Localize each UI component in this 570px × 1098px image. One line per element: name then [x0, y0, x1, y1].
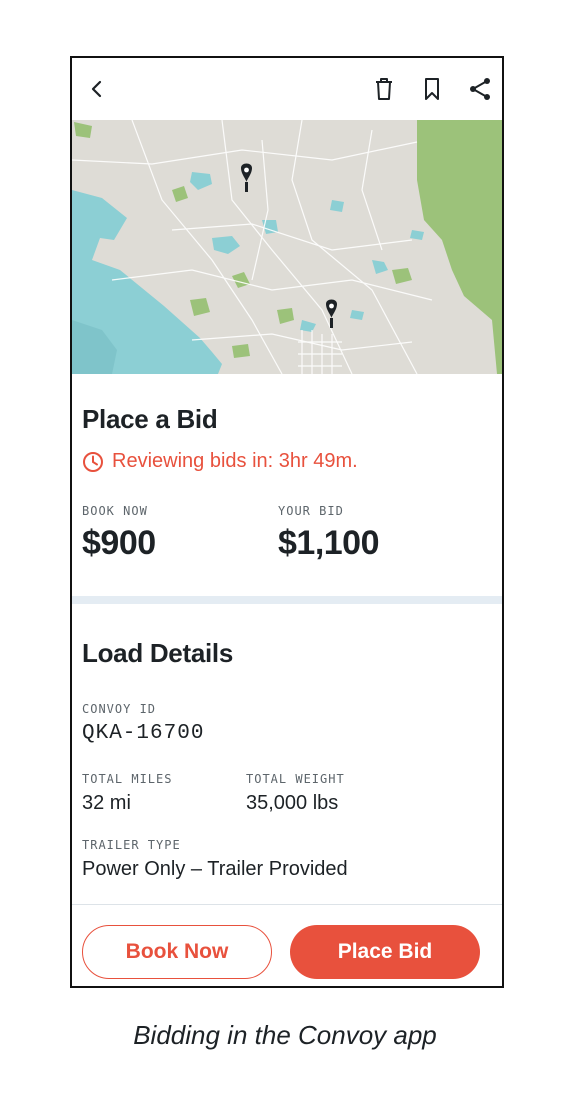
your-bid-price: $1,100	[278, 524, 380, 562]
section-divider	[72, 596, 502, 604]
back-arrow-icon[interactable]	[84, 76, 110, 102]
book-now-button[interactable]: Book Now	[82, 925, 272, 979]
trailer-type-value: Power Only – Trailer Provided	[82, 858, 348, 880]
share-icon[interactable]	[467, 76, 493, 102]
convoy-id-value: QKA-16700	[82, 722, 205, 745]
total-weight-value: 35,000 lbs	[246, 792, 339, 814]
book-now-price: $900	[82, 524, 156, 562]
clock-icon	[83, 451, 103, 472]
timer-text: Reviewing bids in: 3hr 49m.	[112, 450, 358, 472]
figure-caption: Bidding in the Convoy app	[133, 1020, 437, 1050]
trash-icon[interactable]	[371, 76, 397, 102]
convoy-id-label: CONVOY ID	[82, 702, 157, 716]
route-map[interactable]	[72, 120, 502, 374]
top-bar	[72, 58, 502, 120]
load-details-title: Load Details	[82, 638, 233, 668]
bookmark-icon[interactable]	[419, 76, 445, 102]
your-bid-label: YOUR BID	[278, 504, 344, 518]
place-bid-button[interactable]: Place Bid	[290, 925, 480, 979]
trailer-type-label: TRAILER TYPE	[82, 838, 181, 852]
total-miles-label: TOTAL MILES	[82, 772, 173, 786]
footer-divider	[72, 904, 502, 905]
bid-timer: Reviewing bids in: 3hr 49m.	[82, 450, 358, 473]
load-details-section: Load Details CONVOY ID QKA-16700 TOTAL M…	[72, 604, 502, 904]
phone-frame: Place a Bid Reviewing bids in: 3hr 49m. …	[70, 56, 504, 988]
bid-section: Place a Bid Reviewing bids in: 3hr 49m. …	[72, 374, 502, 596]
total-weight-label: TOTAL WEIGHT	[246, 772, 345, 786]
total-miles-value: 32 mi	[82, 792, 131, 814]
bid-title: Place a Bid	[82, 404, 218, 434]
book-now-label: BOOK NOW	[82, 504, 148, 518]
